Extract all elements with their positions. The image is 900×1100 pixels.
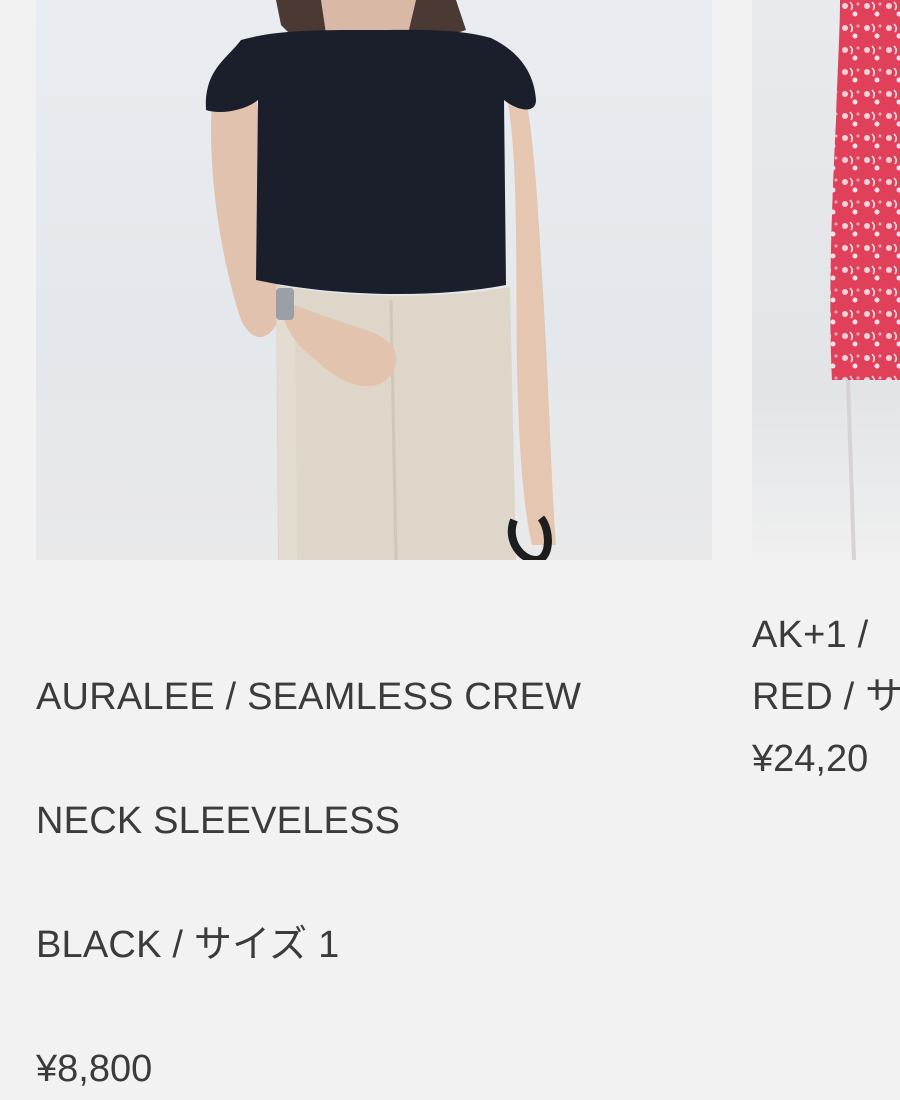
- product-image[interactable]: [36, 0, 712, 560]
- product-title-line: AURALEE / SEAMLESS CREW: [36, 676, 582, 718]
- product-photo-red-floral: [830, 0, 900, 560]
- product-title-line: NECK SLEEVELESS: [36, 800, 401, 842]
- product-image[interactable]: [752, 0, 900, 560]
- product-title[interactable]: AURALEE / SEAMLESS CREW NECK SLEEVELESS …: [36, 604, 712, 1038]
- product-title-line: AK+1 /: [752, 614, 869, 656]
- product-price: ¥8,800: [36, 1048, 153, 1090]
- product-title-line: BLACK / サイズ 1: [36, 924, 340, 966]
- product-title-line: RED / サ: [752, 676, 900, 718]
- product-title[interactable]: AK+1 / RED / サ: [752, 604, 900, 728]
- product-photo-black-sleeveless-top: [205, 0, 556, 560]
- product-card[interactable]: AK+1 / RED / サ ¥24,20: [752, 0, 900, 790]
- product-card[interactable]: AURALEE / SEAMLESS CREW NECK SLEEVELESS …: [36, 0, 712, 1100]
- product-price: ¥24,20: [752, 738, 869, 780]
